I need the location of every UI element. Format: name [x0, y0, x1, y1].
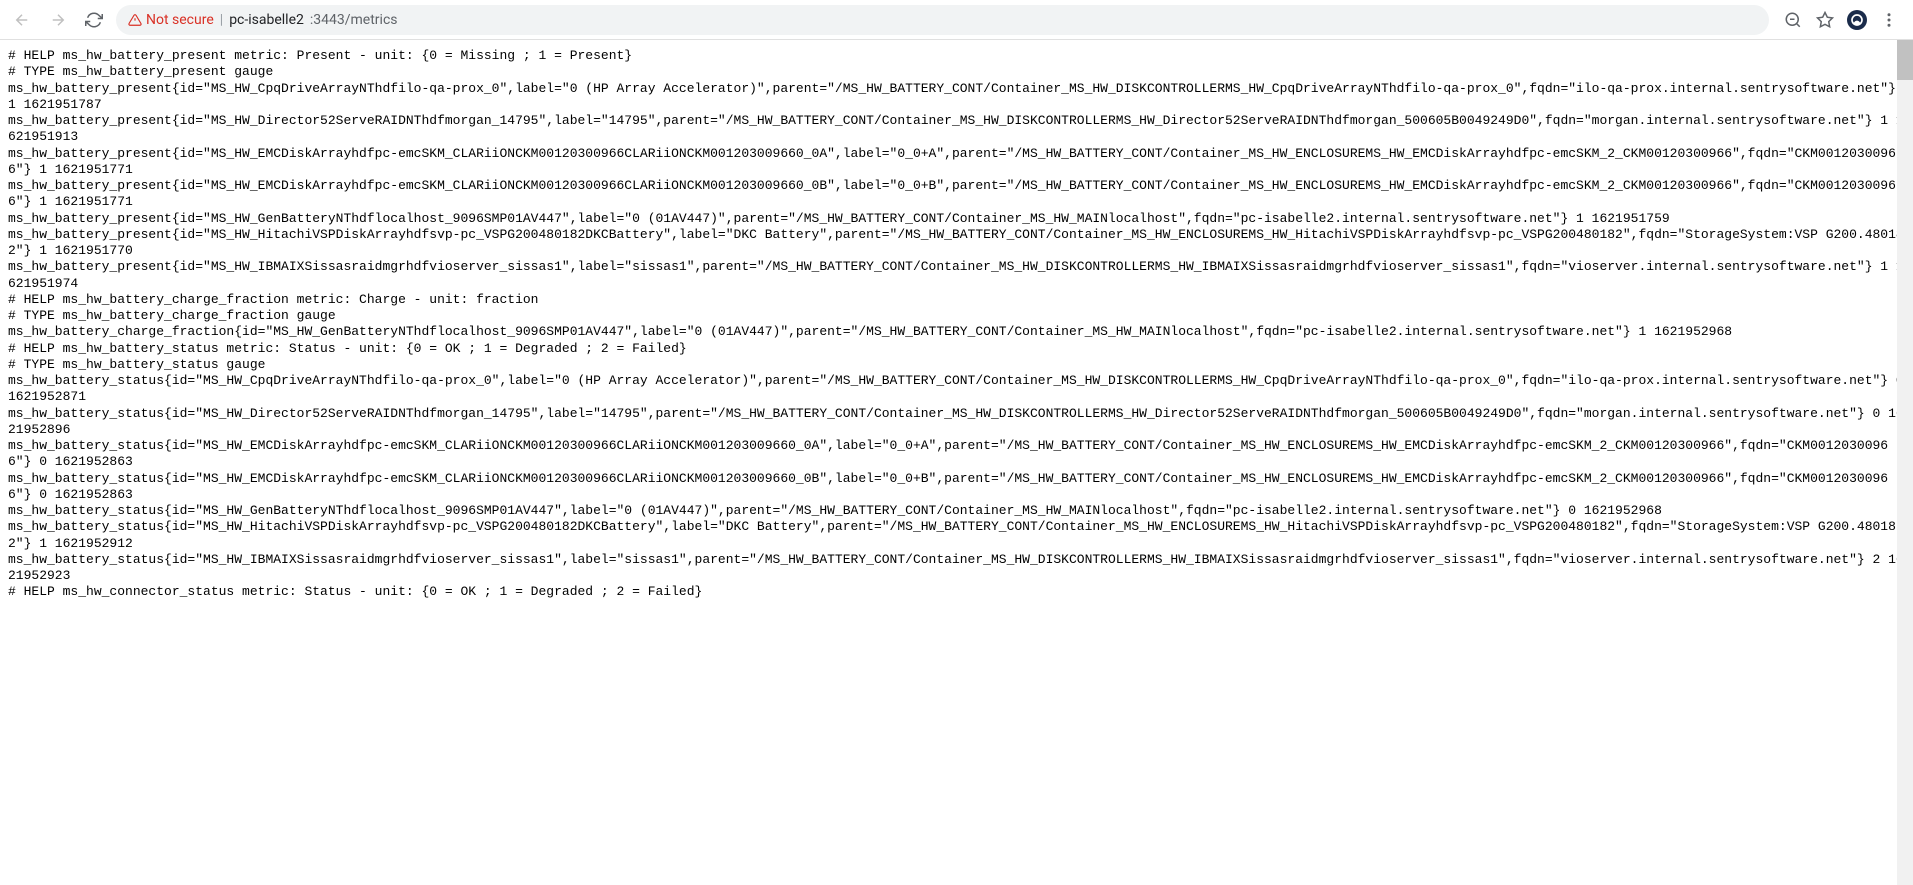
bookmark-icon[interactable]	[1815, 10, 1835, 30]
back-button[interactable]	[8, 6, 36, 34]
forward-button[interactable]	[44, 6, 72, 34]
menu-icon[interactable]	[1879, 10, 1899, 30]
metrics-output: # HELP ms_hw_battery_present metric: Pre…	[0, 40, 1913, 609]
reload-button[interactable]	[80, 6, 108, 34]
zoom-icon[interactable]	[1783, 10, 1803, 30]
vertical-scrollbar[interactable]	[1897, 40, 1913, 885]
browser-toolbar: Not secure | pc-isabelle2 :3443/metrics	[0, 0, 1913, 40]
scrollbar-thumb[interactable]	[1897, 40, 1913, 80]
url-divider: |	[220, 12, 223, 28]
chrome-actions	[1777, 10, 1905, 30]
security-label: Not secure	[146, 12, 214, 28]
extension-icon[interactable]	[1847, 10, 1867, 30]
address-bar[interactable]: Not secure | pc-isabelle2 :3443/metrics	[116, 5, 1769, 35]
url-path: :3443/metrics	[310, 12, 398, 28]
security-indicator[interactable]: Not secure	[128, 12, 214, 28]
url-host: pc-isabelle2	[229, 12, 304, 28]
warning-icon	[128, 13, 142, 27]
